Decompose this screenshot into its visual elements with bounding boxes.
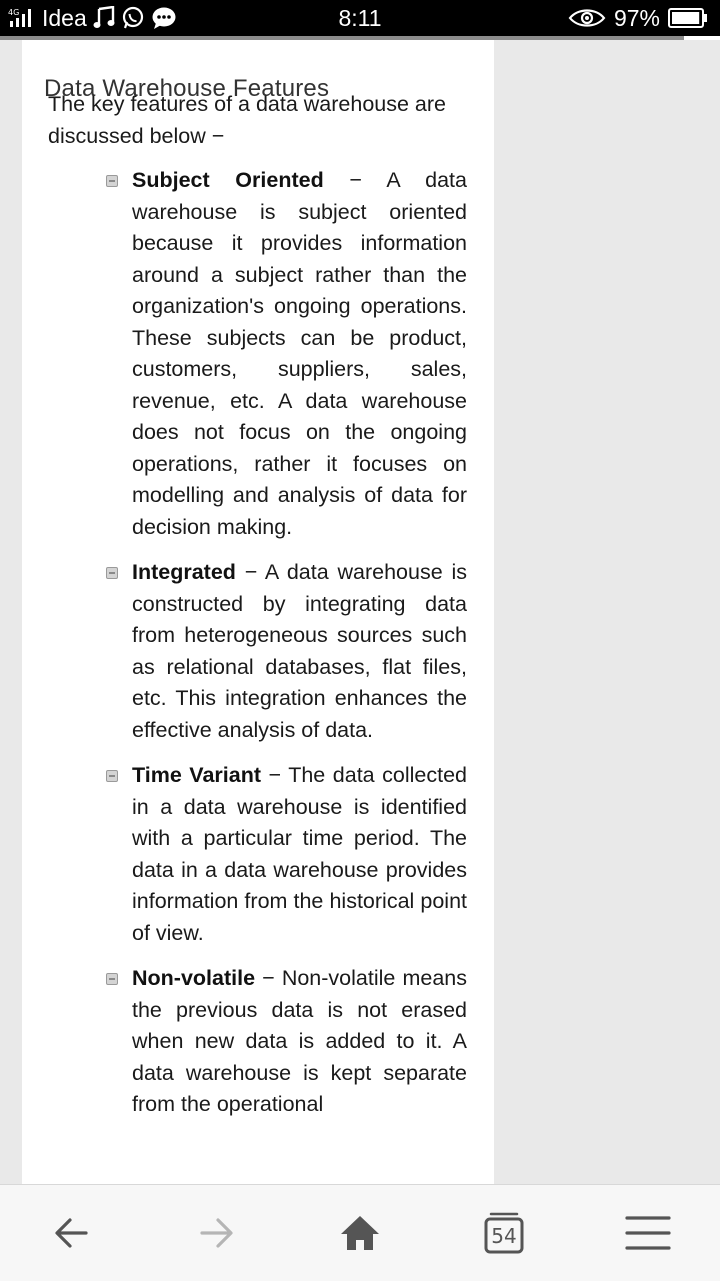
home-button[interactable] [330,1207,390,1259]
status-bar: 4G Idea 8:11 97% [0,0,720,36]
tabs-icon: 54 [484,1212,524,1254]
browser-bottom-nav: 54 [0,1184,720,1281]
feature-term: Time Variant [132,763,262,787]
feature-text: − A data warehouse is subject oriented b… [132,168,467,539]
menu-icon [625,1216,671,1250]
back-button[interactable] [42,1207,102,1259]
bullet-icon [106,175,118,187]
list-item: Subject Oriented − A data warehouse is s… [106,165,467,543]
list-item: Non-volatile − Non-volatile means the pr… [106,963,467,1121]
feature-list: Subject Oriented − A data warehouse is s… [106,165,467,1135]
feature-term: Non-volatile [132,966,256,990]
feature-term: Integrated [132,560,236,584]
tabs-button[interactable]: 54 [474,1207,534,1259]
feature-text: − The data collected in a data warehouse… [132,763,467,945]
bullet-icon [106,770,118,782]
list-item: Time Variant − The data collected in a d… [106,760,467,949]
forward-button[interactable] [186,1207,246,1259]
menu-button[interactable] [618,1207,678,1259]
intro-text: The key features of a data warehouse are… [48,92,446,148]
home-icon [341,1216,379,1250]
bullet-icon [106,973,118,985]
feature-text: − A data warehouse is constructed by int… [132,560,467,742]
eye-icon [568,7,606,29]
battery-icon [668,7,708,29]
bullet-icon [106,567,118,579]
battery-percent: 97% [613,4,660,31]
back-arrow-icon [55,1218,88,1248]
article-content: Data Warehouse Features The key features… [22,40,494,1184]
forward-arrow-icon [200,1218,233,1248]
list-item: Integrated − A data warehouse is constru… [106,557,467,746]
feature-term: Subject Oriented [132,168,324,192]
tab-count: 54 [491,1224,516,1248]
